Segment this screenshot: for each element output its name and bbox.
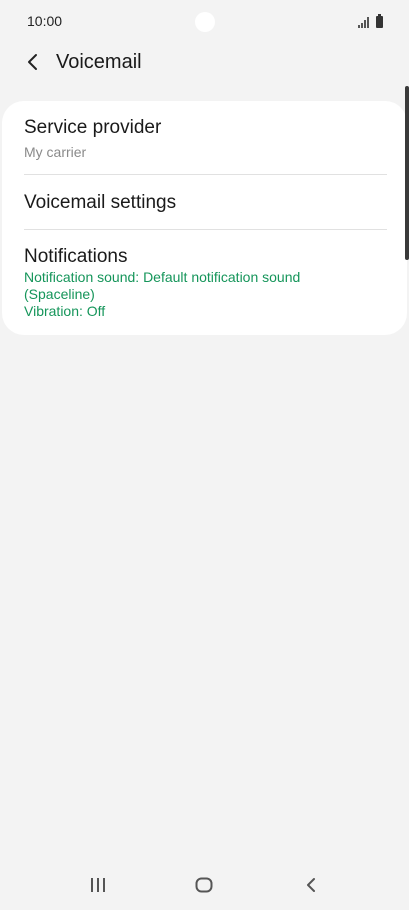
notification-sound-value: Notification sound: Default notification… xyxy=(24,269,301,285)
status-bar: 10:00 xyxy=(0,0,409,44)
app-header: Voicemail xyxy=(0,40,409,84)
recents-button[interactable] xyxy=(78,870,118,900)
back-button[interactable] xyxy=(22,52,42,72)
service-provider-item[interactable]: Service provider My carrier xyxy=(24,116,387,161)
divider xyxy=(24,229,387,230)
front-camera-cutout xyxy=(195,12,215,32)
chevron-left-icon xyxy=(28,54,37,70)
home-button[interactable] xyxy=(184,870,224,900)
scrollbar-thumb[interactable] xyxy=(405,86,409,260)
recents-icon xyxy=(91,878,105,892)
service-provider-title: Service provider xyxy=(24,117,162,138)
status-time: 10:00 xyxy=(27,13,63,29)
voicemail-screen: 10:00 Voicemail Service provider My carr… xyxy=(0,0,409,910)
notifications-item[interactable]: Notifications Notification sound: Defaul… xyxy=(24,245,387,320)
battery-icon xyxy=(376,14,383,28)
home-icon xyxy=(195,877,213,893)
voicemail-settings-item[interactable]: Voicemail settings xyxy=(24,191,387,215)
settings-card: Service provider My carrier Voicemail se… xyxy=(2,101,407,335)
vibration-value: Vibration: Off xyxy=(24,303,106,319)
service-provider-value: My carrier xyxy=(24,144,87,160)
divider xyxy=(24,174,387,175)
navigation-bar xyxy=(0,860,409,910)
notification-sound-name: (Spaceline) xyxy=(24,286,95,302)
signal-icon xyxy=(358,17,369,28)
notifications-title: Notifications xyxy=(24,246,128,267)
page-title: Voicemail xyxy=(56,50,142,73)
nav-back-button[interactable] xyxy=(291,870,331,900)
back-icon xyxy=(307,878,315,892)
status-icons xyxy=(358,14,383,28)
voicemail-settings-title: Voicemail settings xyxy=(24,192,177,213)
